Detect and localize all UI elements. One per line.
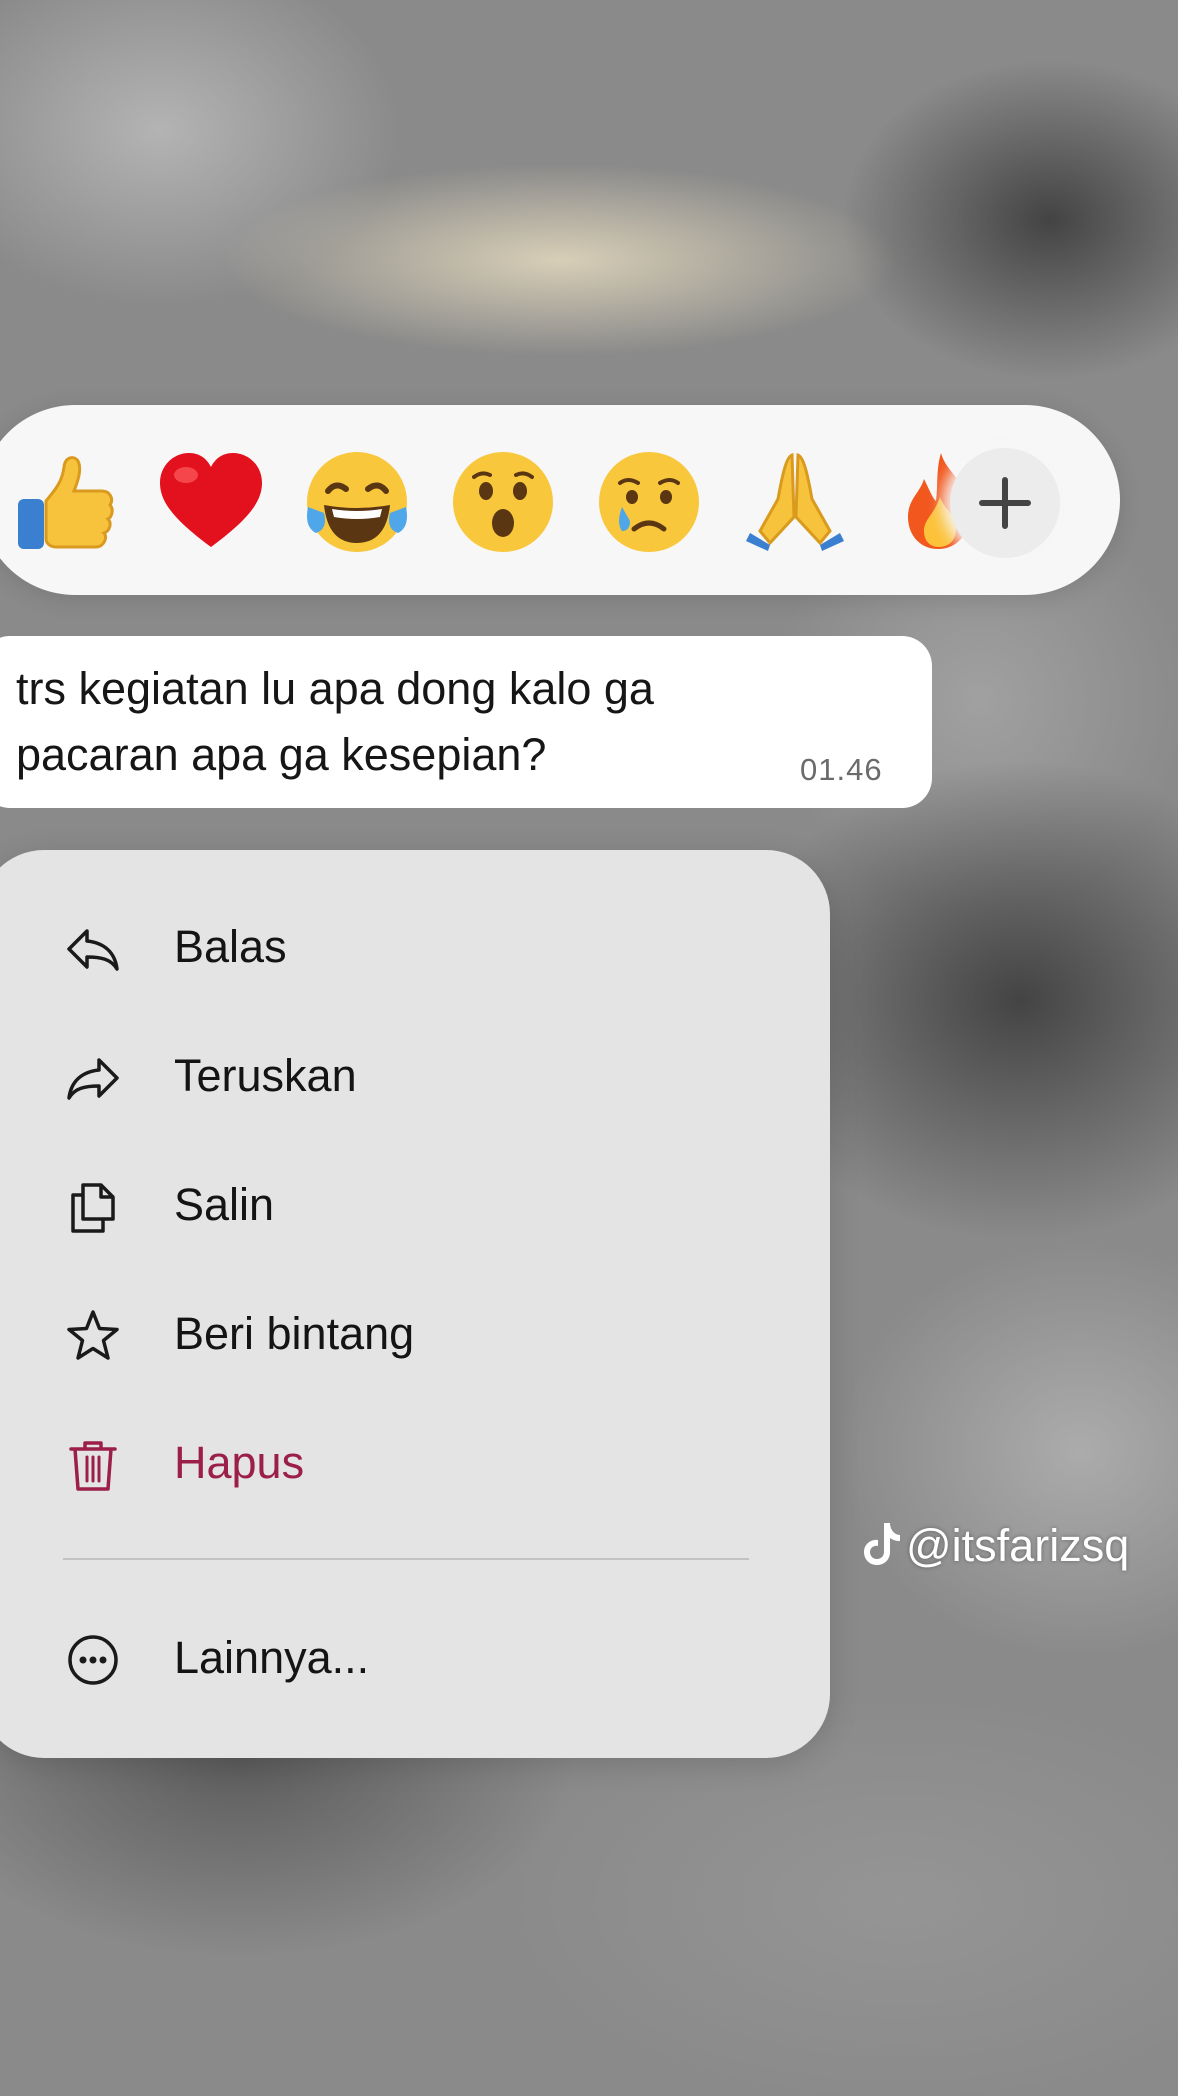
thumbs-up-emoji-icon[interactable]: [10, 447, 120, 557]
copy-icon: [65, 1179, 121, 1235]
message-bubble[interactable]: trs kegiatan lu apa dong kalo ga pacaran…: [0, 636, 932, 808]
forward-icon: [65, 1050, 121, 1106]
menu-item-more[interactable]: Lainnya...: [0, 1604, 830, 1714]
tears-of-joy-emoji-icon[interactable]: [302, 447, 412, 557]
folded-hands-emoji-icon[interactable]: [740, 447, 850, 557]
add-reaction-button[interactable]: [950, 448, 1060, 558]
watermark-handle: @itsfarizsq: [906, 1520, 1130, 1571]
reaction-bar: [0, 405, 1120, 595]
menu-item-forward[interactable]: Teruskan: [0, 1022, 830, 1132]
trash-icon: [65, 1437, 121, 1493]
message-timestamp: 01.46: [800, 752, 883, 787]
menu-item-label: Teruskan: [174, 1050, 357, 1101]
star-icon: [65, 1308, 121, 1364]
message-text: trs kegiatan lu apa dong kalo ga pacaran…: [16, 663, 654, 780]
reply-icon: [65, 921, 121, 977]
menu-item-label: Salin: [174, 1179, 275, 1230]
plus-icon: [979, 477, 1031, 529]
red-heart-emoji-icon[interactable]: [156, 447, 266, 557]
message-context-menu: Balas Teruskan Salin Beri bintang Hapus …: [0, 850, 830, 1758]
menu-item-reply[interactable]: Balas: [0, 893, 830, 1003]
surprised-face-emoji-icon[interactable]: [448, 447, 558, 557]
menu-item-copy[interactable]: Salin: [0, 1151, 830, 1261]
menu-item-label: Lainnya...: [174, 1632, 370, 1683]
menu-divider: [63, 1558, 749, 1560]
menu-item-label: Hapus: [174, 1437, 305, 1488]
tiktok-icon: [862, 1521, 902, 1567]
more-icon: [65, 1632, 121, 1688]
tiktok-watermark: @itsfarizsq: [862, 1518, 1129, 1574]
menu-item-delete[interactable]: Hapus: [0, 1409, 830, 1519]
menu-item-label: Beri bintang: [174, 1308, 415, 1359]
menu-item-label: Balas: [174, 921, 287, 972]
crying-face-emoji-icon[interactable]: [594, 447, 704, 557]
menu-item-star[interactable]: Beri bintang: [0, 1280, 830, 1390]
